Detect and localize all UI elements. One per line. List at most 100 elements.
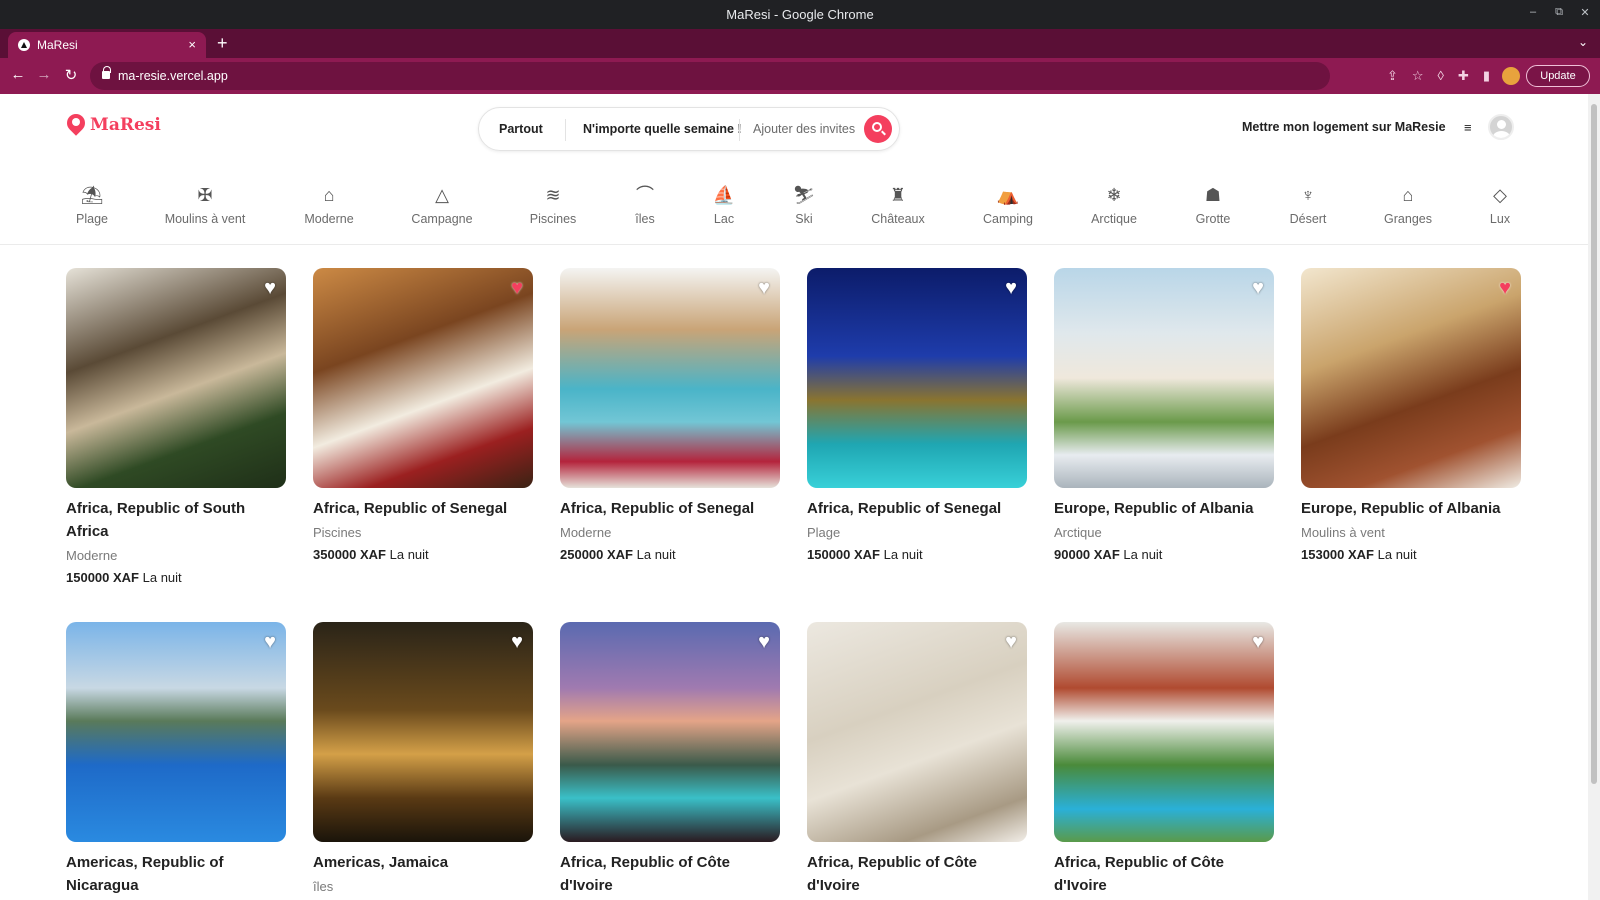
price-period: La nuit: [883, 547, 923, 562]
category-label: Désert: [1289, 212, 1327, 226]
category-item[interactable]: ◇ Lux: [1490, 184, 1510, 226]
extension-drop-icon[interactable]: ◊: [1438, 68, 1444, 84]
maximize-icon[interactable]: ⧉: [1552, 6, 1566, 19]
tab-close-icon[interactable]: ×: [188, 37, 196, 52]
cave-icon: ☗: [1204, 185, 1222, 205]
window-titlebar: MaResi - Google Chrome – ⧉ ✕: [0, 0, 1600, 29]
minimize-icon[interactable]: –: [1526, 6, 1540, 19]
hamburger-menu-icon[interactable]: ≡: [1464, 121, 1476, 134]
scrollbar-thumb[interactable]: [1591, 104, 1597, 784]
category-label: Lac: [713, 212, 735, 226]
category-item[interactable]: ✠ Moulins à vent: [165, 184, 246, 226]
category-item[interactable]: ⌂ Granges: [1384, 184, 1432, 226]
browser-tab[interactable]: MaResi ×: [8, 32, 206, 58]
search-when[interactable]: N'importe quelle semaine !: [583, 122, 742, 136]
category-item[interactable]: ☗ Grotte: [1196, 184, 1231, 226]
heart-icon[interactable]: ♥: [511, 278, 523, 298]
heart-icon[interactable]: ♥: [264, 632, 276, 652]
url-text[interactable]: ma-resie.vercel.app: [118, 69, 228, 83]
listing-card[interactable]: ♥ Africa, Republic of Senegal Plage 1500…: [807, 268, 1027, 562]
snowflake-icon: ❄: [1106, 185, 1122, 205]
category-item[interactable]: ⛱ Plage: [76, 184, 108, 226]
listing-card[interactable]: ♥ Africa, Republic of South Africa Moder…: [66, 268, 286, 585]
tab-strip: MaResi ×: [0, 29, 1600, 58]
search-bar[interactable]: Partout N'importe quelle semaine ! Ajout…: [478, 107, 900, 151]
category-item[interactable]: ❄ Arctique: [1091, 184, 1137, 226]
listing-card[interactable]: ♥ Africa, Republic of Côte d'Ivoire: [807, 622, 1027, 897]
listing-price: 250000 XAF La nuit: [560, 547, 780, 562]
search-guests[interactable]: Ajouter des invites: [753, 122, 855, 136]
logo[interactable]: MaResi: [66, 114, 161, 136]
share-icon[interactable]: ⇪: [1387, 68, 1398, 84]
host-link[interactable]: Mettre mon logement sur MaResie: [1242, 120, 1446, 134]
listing-price: 350000 XAF La nuit: [313, 547, 533, 562]
listing-photo[interactable]: ♥: [313, 622, 533, 842]
heart-icon[interactable]: ♥: [264, 278, 276, 298]
listing-photo[interactable]: ♥: [560, 622, 780, 842]
listing-location: Africa, Republic of Côte d'Ivoire: [560, 854, 731, 894]
profile-avatar-icon[interactable]: [1502, 67, 1520, 85]
heart-icon[interactable]: ♥: [1499, 278, 1511, 298]
category-label: Moulins à vent: [164, 212, 246, 226]
price-amount: 250000 XAF: [560, 547, 633, 562]
category-item[interactable]: ⛷ Ski: [793, 184, 816, 226]
close-window-icon[interactable]: ✕: [1578, 6, 1592, 19]
category-label: Lux: [1489, 212, 1511, 226]
listing-card[interactable]: ♥ Africa, Republic of Senegal Piscines 3…: [313, 268, 533, 562]
category-item[interactable]: △ Campagne: [411, 184, 472, 226]
category-item[interactable]: ♜ Châteaux: [871, 184, 925, 226]
reload-icon[interactable]: ↻: [62, 66, 80, 84]
heart-icon[interactable]: ♥: [758, 278, 770, 298]
listing-photo[interactable]: ♥: [1054, 268, 1274, 488]
tab-search-icon[interactable]: ⌄: [1578, 35, 1588, 49]
listing-photo[interactable]: ♥: [313, 268, 533, 488]
category-item[interactable]: ♆ Désert: [1290, 184, 1327, 226]
category-label: Grotte: [1195, 212, 1231, 226]
heart-icon[interactable]: ♥: [1005, 278, 1017, 298]
listing-photo[interactable]: ♥: [560, 268, 780, 488]
address-bar[interactable]: ma-resie.vercel.app: [90, 62, 1330, 90]
listing-photo[interactable]: ♥: [807, 268, 1027, 488]
listing-card[interactable]: ♥ Africa, Republic of Côte d'Ivoire: [1054, 622, 1274, 897]
search-button[interactable]: [864, 115, 892, 143]
heart-icon[interactable]: ♥: [1252, 278, 1264, 298]
listing-photo[interactable]: ♥: [1054, 622, 1274, 842]
listing-card[interactable]: ♥ Africa, Republic of Senegal Moderne 25…: [560, 268, 780, 562]
lock-icon[interactable]: [102, 66, 111, 79]
listing-photo[interactable]: ♥: [66, 622, 286, 842]
listing-location: Africa, Republic of Senegal: [807, 500, 1002, 517]
category-item[interactable]: ⛺ Camping: [983, 184, 1033, 226]
listing-photo[interactable]: ♥: [807, 622, 1027, 842]
listing-photo[interactable]: ♥: [1301, 268, 1521, 488]
island-icon: ⌒: [635, 185, 654, 205]
forward-icon[interactable]: →: [35, 66, 53, 83]
category-item[interactable]: ≋ Piscines: [530, 184, 577, 226]
windmill-icon: ✠: [197, 185, 213, 205]
listing-location: Africa, Republic of Senegal: [313, 500, 508, 517]
heart-icon[interactable]: ♥: [511, 632, 523, 652]
heart-icon[interactable]: ♥: [1252, 632, 1264, 652]
heart-icon[interactable]: ♥: [1005, 632, 1017, 652]
back-icon[interactable]: ←: [9, 66, 27, 83]
side-panel-icon[interactable]: ▮: [1483, 68, 1490, 84]
listing-card[interactable]: ♥ Africa, Republic of Côte d'Ivoire: [560, 622, 780, 897]
category-item[interactable]: ⌒ îles: [635, 184, 654, 226]
search-where[interactable]: Partout: [499, 122, 543, 136]
listing-card[interactable]: ♥ Europe, Republic of Albania Arctique 9…: [1054, 268, 1274, 562]
category-item[interactable]: ⛵ Lac: [713, 184, 735, 226]
category-item[interactable]: ⌂ Moderne: [304, 184, 353, 226]
category-label: Piscines: [529, 212, 577, 226]
extensions-puzzle-icon[interactable]: ✚: [1458, 68, 1469, 84]
bookmark-star-icon[interactable]: ☆: [1412, 68, 1424, 84]
update-button[interactable]: Update: [1526, 65, 1590, 87]
listing-category: îles: [313, 879, 334, 894]
heart-icon[interactable]: ♥: [758, 632, 770, 652]
listing-card[interactable]: ♥ Americas, Republic of Nicaragua: [66, 622, 286, 897]
new-tab-icon[interactable]: +: [217, 33, 228, 54]
listing-photo[interactable]: ♥: [66, 268, 286, 488]
user-avatar[interactable]: [1488, 114, 1514, 140]
listing-card[interactable]: ♥ Americas, Jamaica îles: [313, 622, 533, 894]
category-label: Moderne: [304, 212, 354, 226]
listing-card[interactable]: ♥ Europe, Republic of Albania Moulins à …: [1301, 268, 1521, 562]
page-scrollbar[interactable]: [1588, 94, 1600, 900]
